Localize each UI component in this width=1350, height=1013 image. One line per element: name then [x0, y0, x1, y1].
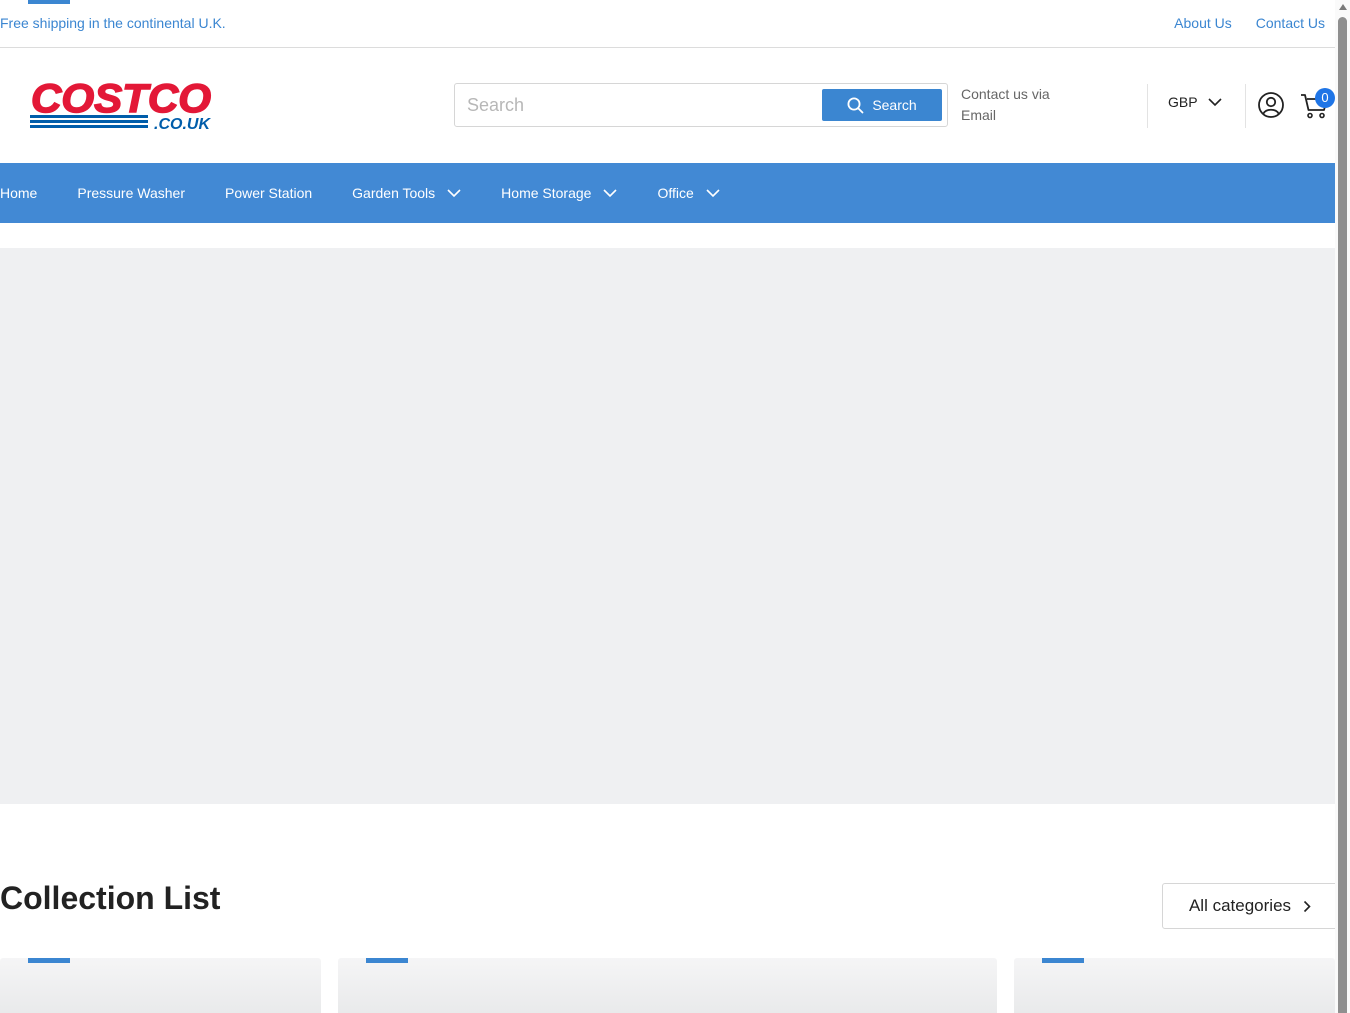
nav-item-pressure-washer[interactable]: Pressure Washer — [77, 185, 185, 201]
search-input[interactable] — [467, 92, 817, 118]
collection-list-title: Collection List — [0, 880, 221, 916]
costco-logo[interactable]: COSTCO .CO.UK — [28, 78, 214, 132]
contact-us-link[interactable]: Contact Us — [1256, 15, 1325, 31]
logo-stripe — [30, 125, 148, 128]
user-account-icon[interactable] — [1257, 91, 1285, 119]
chevron-down-icon — [447, 188, 461, 197]
accent-bar — [28, 0, 70, 4]
nav-item-label: Pressure Washer — [77, 185, 185, 201]
chevron-down-icon — [603, 188, 618, 197]
nav-item-label: Home — [0, 185, 38, 201]
scroll-thumb[interactable] — [1338, 17, 1347, 1013]
cart-count-badge: 0 — [1315, 88, 1335, 108]
contact-via-email[interactable]: Contact us via Email — [961, 84, 1091, 126]
search-button-label: Search — [872, 97, 917, 113]
logo-domain: .CO.UK — [154, 116, 211, 132]
collection-card[interactable] — [0, 958, 321, 1013]
top-links: About Us Contact Us — [1174, 15, 1325, 31]
currency-selector[interactable]: GBP — [1168, 94, 1222, 110]
contact-line-1: Contact us via — [961, 86, 1050, 102]
hero-banner-placeholder[interactable] — [0, 248, 1335, 804]
divider — [1245, 84, 1246, 128]
page-scrollbar[interactable] — [1335, 0, 1350, 1013]
all-categories-label: All categories — [1188, 896, 1292, 915]
about-us-link[interactable]: About Us — [1174, 15, 1232, 31]
all-categories-button[interactable]: All categories — [1162, 883, 1335, 929]
collection-card[interactable] — [1014, 958, 1335, 1013]
chevron-down-icon — [1208, 97, 1222, 106]
announcement-bar: Free shipping in the continental U.K. Ab… — [0, 0, 1335, 48]
search-button[interactable]: Search — [822, 89, 942, 121]
main-navigation: Home Pressure Washer Power Station Garde… — [0, 163, 1335, 223]
search-bar: Search — [454, 83, 948, 127]
shipping-notice: Free shipping in the continental U.K. — [0, 15, 226, 31]
nav-item-label: Home Storage — [501, 185, 592, 201]
search-icon — [847, 97, 864, 113]
page: Free shipping in the continental U.K. Ab… — [0, 0, 1335, 1013]
site-header: COSTCO .CO.UK Search Contact us via Emai… — [0, 48, 1335, 163]
nav-item-home[interactable]: Home — [0, 185, 37, 201]
nav-item-power-station[interactable]: Power Station — [225, 185, 312, 201]
contact-line-2: Email — [961, 107, 997, 123]
divider — [1147, 84, 1148, 128]
logo-wordmark: COSTCO — [31, 78, 211, 121]
chevron-down-icon — [706, 188, 720, 197]
nav-item-garden-tools[interactable]: Garden Tools — [352, 185, 461, 201]
currency-value: GBP — [1168, 94, 1198, 110]
logo-stripe — [30, 120, 148, 123]
nav-item-office[interactable]: Office — [657, 185, 720, 201]
nav-item-label: Garden Tools — [352, 185, 436, 201]
logo-stripe — [30, 115, 148, 118]
scroll-up-arrow[interactable] — [1339, 4, 1347, 10]
nav-item-home-storage[interactable]: Home Storage — [501, 185, 618, 201]
card-accent-bar — [366, 958, 408, 963]
nav-item-label: Office — [657, 185, 694, 201]
nav-item-label: Power Station — [224, 185, 313, 201]
collection-card[interactable] — [338, 958, 997, 1013]
card-accent-bar — [1042, 958, 1084, 963]
chevron-right-icon — [1303, 900, 1311, 912]
card-accent-bar — [28, 958, 70, 963]
